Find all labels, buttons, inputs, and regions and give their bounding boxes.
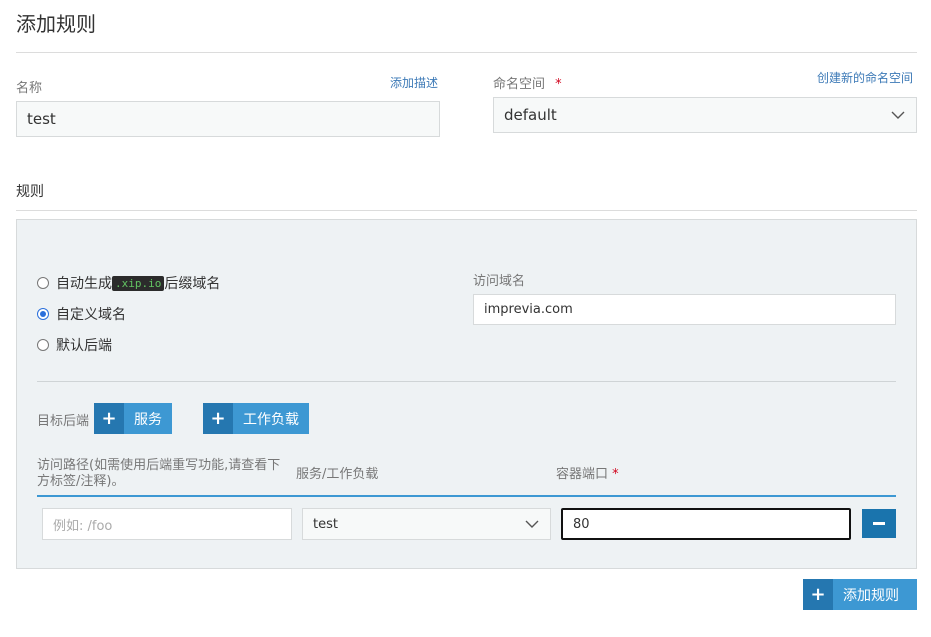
col-port-header-text: 容器端口 [556, 467, 609, 482]
radio-auto-domain-label-before: 自动生成 [56, 276, 112, 292]
namespace-required-mark: * [555, 77, 562, 92]
col-path-header: 访问路径(如需使用后端重写功能,请查看下方标签/注释)。 [37, 458, 281, 489]
access-domain-input[interactable]: imprevia.com [473, 294, 896, 325]
rules-divider [16, 210, 917, 211]
panel-divider [37, 381, 896, 382]
namespace-select-value: default [504, 106, 557, 124]
add-rule-label: 添加规则 [843, 587, 899, 604]
radio-custom-domain-label: 自定义域名 [56, 307, 126, 323]
add-workload-label: 工作负载 [243, 411, 299, 428]
port-input[interactable]: 80 [561, 508, 851, 540]
create-namespace-link[interactable]: 创建新的命名空间 [817, 69, 913, 86]
access-domain-label: 访问域名 [473, 274, 526, 289]
radio-custom-domain-input[interactable] [37, 308, 49, 320]
path-input[interactable]: 例如: /foo [42, 508, 292, 540]
radio-auto-domain-label-after: 后缀域名 [164, 276, 221, 292]
add-rule-button[interactable]: + 添加规则 [803, 579, 917, 610]
name-input[interactable]: test [16, 101, 440, 137]
access-domain-value: imprevia.com [484, 302, 573, 317]
col-port-header: 容器端口 * [556, 467, 619, 483]
col-service-header: 服务/工作负载 [296, 467, 379, 482]
minus-icon [873, 522, 885, 525]
chevron-down-icon [525, 520, 539, 528]
xip-code: .xip.io [112, 275, 165, 291]
namespace-label: 命名空间 * [493, 73, 562, 92]
radio-default-backend[interactable]: 默认后端 [37, 335, 112, 355]
page-title: 添加规则 [16, 12, 96, 36]
table-header-underline [37, 495, 896, 497]
service-select-value: test [313, 516, 338, 532]
plus-icon: + [94, 403, 124, 434]
name-label: 名称 [16, 81, 43, 96]
port-input-value: 80 [573, 516, 590, 532]
add-workload-button[interactable]: + 工作负载 [203, 403, 309, 434]
radio-auto-domain[interactable]: 自动生成 .xip.io 后缀域名 [37, 273, 220, 293]
namespace-select[interactable]: default [493, 97, 917, 133]
add-service-button[interactable]: + 服务 [94, 403, 172, 434]
target-backend-label: 目标后端 [37, 414, 90, 429]
remove-row-button[interactable] [862, 509, 896, 538]
rules-section-title: 规则 [16, 184, 44, 200]
radio-default-backend-input[interactable] [37, 339, 49, 351]
chevron-down-icon [891, 111, 905, 119]
namespace-label-text: 命名空间 [493, 77, 546, 92]
radio-auto-domain-input[interactable] [37, 277, 49, 289]
plus-icon: + [203, 403, 233, 434]
col-port-required-mark: * [612, 467, 619, 482]
radio-custom-domain[interactable]: 自定义域名 [37, 304, 126, 324]
plus-icon: + [803, 579, 833, 610]
path-input-placeholder: 例如: /foo [53, 518, 113, 534]
header-divider [16, 52, 917, 53]
add-description-link[interactable]: 添加描述 [390, 74, 438, 91]
service-select[interactable]: test [302, 508, 551, 540]
name-input-value: test [27, 110, 56, 128]
radio-default-backend-label: 默认后端 [56, 338, 112, 354]
add-service-label: 服务 [134, 411, 162, 428]
